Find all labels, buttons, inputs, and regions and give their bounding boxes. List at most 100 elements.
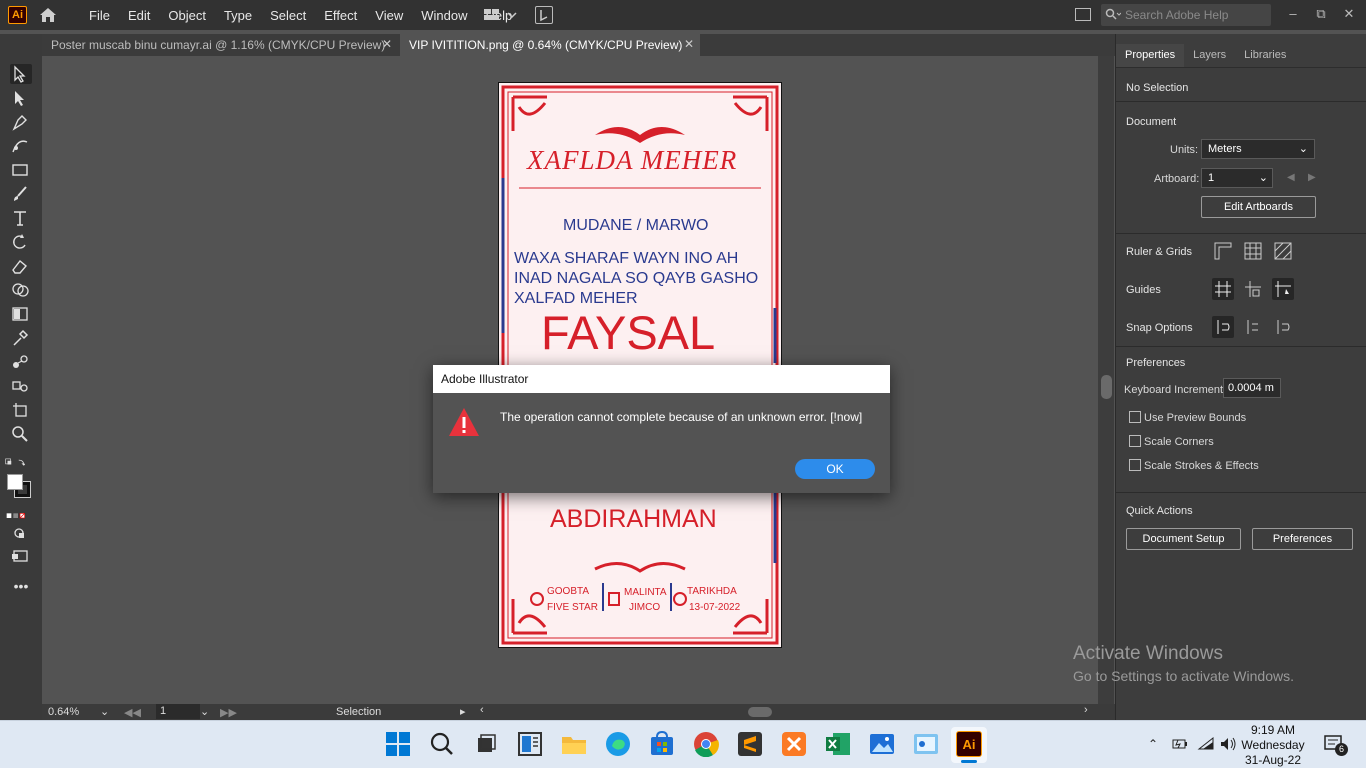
type-tool-icon[interactable] <box>10 208 32 228</box>
wifi-icon[interactable] <box>1197 736 1215 755</box>
menu-select[interactable]: Select <box>261 8 315 23</box>
eyedropper-tool-icon[interactable] <box>10 328 32 348</box>
minimize-button[interactable]: – <box>1282 4 1304 24</box>
divider <box>1116 346 1366 347</box>
units-select[interactable]: Meters ⌄ <box>1201 139 1315 159</box>
edit-artboards-button[interactable]: Edit Artboards <box>1201 196 1316 218</box>
status-menu-arrow-icon[interactable]: ▸ <box>460 705 466 718</box>
swap-colors-icon[interactable] <box>5 452 37 472</box>
restore-button[interactable]: ⧉ <box>1310 4 1332 24</box>
excel-icon[interactable] <box>825 731 851 757</box>
menu-effect[interactable]: Effect <box>315 8 366 23</box>
snap-to-point-icon[interactable] <box>1212 316 1234 338</box>
zoom-level[interactable]: 0.64% <box>48 706 79 718</box>
menu-edit[interactable]: Edit <box>119 8 159 23</box>
artboard-nav-first-icon[interactable]: ◀◀ <box>124 706 141 719</box>
zoom-tool-icon[interactable] <box>10 424 32 444</box>
tab-vip-ivitition[interactable]: VIP IVITITION.png @ 0.64% (CMYK/CPU Prev… <box>400 34 700 56</box>
blend-tool-icon[interactable] <box>10 352 32 372</box>
artboard-tool-icon[interactable] <box>10 400 32 420</box>
close-tab-icon[interactable]: ✕ <box>382 37 392 51</box>
artboard-number-field[interactable]: 1 <box>156 704 200 719</box>
eraser-tool-icon[interactable] <box>10 256 32 276</box>
edge-browser-icon[interactable] <box>605 731 631 757</box>
xampp-icon[interactable] <box>781 731 807 757</box>
start-button-icon[interactable] <box>385 731 411 757</box>
home-icon[interactable] <box>38 6 58 24</box>
sublime-text-icon[interactable] <box>737 731 763 757</box>
chrome-icon[interactable] <box>693 731 719 758</box>
tab-libraries[interactable]: Libraries <box>1235 44 1295 67</box>
preferences-button[interactable]: Preferences <box>1252 528 1353 550</box>
snap-to-pixel-icon[interactable] <box>1242 316 1264 338</box>
show-hidden-icons[interactable]: ⌃ <box>1148 737 1158 751</box>
snipping-tool-icon[interactable] <box>913 731 939 757</box>
gradient-tool-icon[interactable] <box>10 304 32 324</box>
illustrator-logo[interactable]: Ai <box>8 6 27 24</box>
use-preview-bounds-checkbox[interactable] <box>1129 411 1141 423</box>
menu-window[interactable]: Window <box>412 8 476 23</box>
zoom-dropdown-icon[interactable]: ⌄ <box>100 705 109 718</box>
curvature-tool-icon[interactable] <box>10 136 32 156</box>
keyboard-increment-input[interactable]: 0.0004 m <box>1223 378 1281 398</box>
horizontal-scroll-thumb[interactable] <box>748 707 772 717</box>
task-view-icon[interactable] <box>473 731 499 757</box>
scroll-right-icon[interactable]: › <box>1084 704 1088 716</box>
perspective-guides-icon[interactable] <box>1272 278 1294 300</box>
ok-button[interactable]: OK <box>795 459 875 479</box>
smart-guides-icon[interactable] <box>1242 278 1264 300</box>
tab-properties[interactable]: Properties <box>1116 44 1185 67</box>
grid-icon[interactable] <box>1242 240 1264 262</box>
scroll-left-icon[interactable]: ‹ <box>480 704 484 716</box>
shape-builder-tool-icon[interactable] <box>10 280 32 300</box>
transparency-grid-icon[interactable] <box>1272 240 1294 262</box>
artboard-nav-last-icon[interactable]: ▶▶ <box>220 706 237 719</box>
symbol-sprayer-tool-icon[interactable] <box>10 376 32 396</box>
volume-icon[interactable] <box>1219 736 1237 755</box>
more-tools-icon[interactable]: ••• <box>10 578 32 598</box>
paintbrush-tool-icon[interactable] <box>10 184 32 204</box>
scale-corners-checkbox[interactable] <box>1129 435 1141 447</box>
notification-center-icon[interactable]: 6 <box>1323 733 1348 758</box>
search-help-input[interactable]: Search Adobe Help <box>1101 4 1271 26</box>
guides-icon[interactable] <box>1212 278 1234 300</box>
illustrator-taskbar-button[interactable]: Ai <box>951 727 987 763</box>
selection-tool-icon[interactable] <box>10 64 32 84</box>
artboard-dropdown-icon[interactable]: ⌄ <box>200 705 209 718</box>
artboard-select[interactable]: 1 ⌄ <box>1201 168 1273 188</box>
vertical-scrollbar[interactable] <box>1098 56 1114 704</box>
menu-view[interactable]: View <box>366 8 412 23</box>
menu-object[interactable]: Object <box>159 8 215 23</box>
direct-selection-tool-icon[interactable] <box>10 88 32 108</box>
close-tab-icon[interactable]: ✕ <box>684 37 694 51</box>
draw-mode-icon[interactable] <box>10 524 32 544</box>
search-icon[interactable] <box>429 731 455 757</box>
system-clock[interactable]: 9:19 AM Wednesday 31-Aug-22 <box>1238 723 1308 768</box>
menu-file[interactable]: File <box>80 8 119 23</box>
store-icon[interactable] <box>649 730 675 757</box>
next-artboard-icon[interactable]: ▶ <box>1308 172 1316 183</box>
menu-type[interactable]: Type <box>215 8 261 23</box>
prev-artboard-icon[interactable]: ◀ <box>1287 172 1295 183</box>
document-setup-button[interactable]: Document Setup <box>1126 528 1241 550</box>
rotate-tool-icon[interactable] <box>10 232 32 252</box>
scale-strokes-checkbox[interactable] <box>1129 459 1141 471</box>
rectangle-tool-icon[interactable] <box>10 160 32 180</box>
panel-toggle-icon[interactable] <box>1075 8 1091 21</box>
workspace-switcher[interactable] <box>483 7 519 23</box>
file-explorer-icon[interactable] <box>561 731 587 757</box>
color-mode-icons[interactable] <box>6 506 36 526</box>
fill-stroke-swatch[interactable] <box>6 472 32 498</box>
snap-to-glyph-icon[interactable] <box>1272 316 1294 338</box>
tab-poster-muscab[interactable]: Poster muscab binu cumayr.ai @ 1.16% (CM… <box>42 34 398 56</box>
arrange-documents-icon[interactable] <box>535 6 553 24</box>
screen-mode-icon[interactable] <box>10 546 32 566</box>
battery-icon[interactable] <box>1171 736 1189 755</box>
widgets-icon[interactable] <box>517 731 543 757</box>
ruler-icon[interactable] <box>1212 240 1234 262</box>
close-window-button[interactable]: ✕ <box>1338 4 1360 24</box>
tab-layers[interactable]: Layers <box>1184 44 1235 67</box>
photos-icon[interactable] <box>869 731 895 757</box>
pen-tool-icon[interactable] <box>10 112 32 132</box>
scroll-thumb[interactable] <box>1101 375 1112 399</box>
